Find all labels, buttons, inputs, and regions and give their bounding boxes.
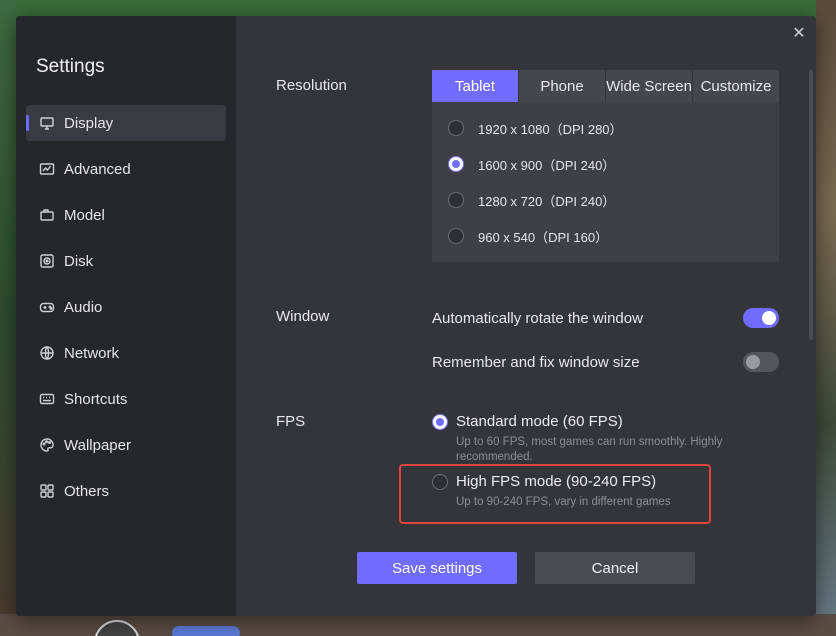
highlight-annotation — [399, 464, 711, 524]
fps-standard-option[interactable]: Standard mode (60 FPS) Up to 60 FPS, mos… — [432, 413, 752, 465]
resolution-label: Resolution — [276, 77, 347, 94]
resolution-option[interactable]: 960 x 540（DPI 160） — [432, 218, 779, 254]
sidebar-item-others[interactable]: Others — [26, 473, 226, 509]
game-background-left — [0, 0, 16, 636]
cancel-button[interactable]: Cancel — [535, 552, 695, 584]
sidebar-item-label: Display — [64, 114, 114, 132]
settings-dialog: Settings Display Advanced Model Disk Audio Ne… — [16, 16, 816, 616]
remember-size-label: Remember and fix window size — [432, 353, 640, 371]
resolution-option-label: 1920 x 1080（DPI 280） — [478, 121, 623, 137]
resolution-option[interactable]: 1280 x 720（DPI 240） — [432, 182, 779, 218]
sidebar-item-label: Others — [64, 482, 110, 500]
sidebar-nav: Display Advanced Model Disk Audio Network Shor… — [26, 105, 226, 519]
resolution-radio[interactable] — [448, 156, 464, 172]
tab-wide-screen[interactable]: Wide Screen — [606, 70, 692, 102]
sidebar-item-disk[interactable]: Disk — [26, 243, 226, 279]
sidebar-item-network[interactable]: Network — [26, 335, 226, 371]
sidebar-item-label: Shortcuts — [64, 390, 128, 408]
resolution-option[interactable]: 1920 x 1080（DPI 280） — [432, 110, 779, 146]
sidebar-item-advanced[interactable]: Advanced — [26, 151, 226, 187]
settings-sidebar: Settings Display Advanced Model Disk Audio Ne… — [16, 16, 236, 616]
sidebar-item-label: Wallpaper — [64, 436, 131, 454]
window-label: Window — [276, 308, 330, 325]
resolution-option-label: 1280 x 720（DPI 240） — [478, 193, 616, 209]
resolution-option[interactable]: 1600 x 900（DPI 240） — [432, 146, 779, 182]
resolution-panel: Tablet Phone Wide Screen Customize 1920 x 1… — [432, 70, 779, 262]
tab-tablet[interactable]: Tablet — [432, 70, 518, 102]
sidebar-item-label: Model — [64, 206, 105, 224]
sidebar-item-audio[interactable]: Audio — [26, 289, 226, 325]
disk-icon — [38, 252, 56, 270]
resolution-radio[interactable] — [448, 192, 464, 208]
scrollbar[interactable] — [809, 70, 813, 340]
game-avatar — [94, 620, 140, 636]
chart-icon — [38, 160, 56, 178]
globe-icon — [38, 344, 56, 362]
save-settings-button[interactable]: Save settings — [357, 552, 517, 584]
fps-label: FPS — [276, 413, 306, 430]
remember-size-toggle[interactable] — [743, 352, 779, 372]
resolution-options: 1920 x 1080（DPI 280） 1600 x 900（DPI 240） 1… — [432, 102, 779, 262]
resolution-option-label: 1600 x 900（DPI 240） — [478, 157, 616, 173]
palette-icon — [38, 436, 56, 454]
game-background-bottom — [0, 614, 836, 636]
game-background-right — [816, 0, 836, 636]
auto-rotate-label: Automatically rotate the window — [432, 309, 643, 327]
gamepad-icon — [38, 298, 56, 316]
auto-rotate-toggle[interactable] — [743, 308, 779, 328]
game-chip — [172, 626, 240, 636]
settings-content: ✕ Resolution Tablet Phone Wide Screen Custo… — [236, 16, 816, 616]
toggle-knob — [746, 355, 760, 369]
grid-icon — [38, 482, 56, 500]
sidebar-item-model[interactable]: Model — [26, 197, 226, 233]
toggle-knob — [762, 311, 776, 325]
model-icon — [38, 206, 56, 224]
monitor-icon — [38, 114, 56, 132]
resolution-radio[interactable] — [448, 120, 464, 136]
tab-phone[interactable]: Phone — [519, 70, 605, 102]
sidebar-item-display[interactable]: Display — [26, 105, 226, 141]
resolution-tabs: Tablet Phone Wide Screen Customize — [432, 70, 779, 102]
keyboard-icon — [38, 390, 56, 408]
fps-standard-radio[interactable] — [432, 413, 448, 430]
sidebar-item-label: Network — [64, 344, 120, 362]
fps-standard-desc: Up to 60 FPS, most games can run smoothl… — [456, 436, 723, 463]
close-button[interactable]: ✕ — [789, 24, 809, 44]
tab-customize[interactable]: Customize — [693, 70, 779, 102]
remember-size-row: Remember and fix window size — [432, 350, 779, 374]
resolution-option-label: 960 x 540（DPI 160） — [478, 229, 609, 245]
sidebar-item-label: Disk — [64, 252, 94, 270]
sidebar-item-label: Advanced — [64, 160, 131, 178]
fps-standard-title: Standard mode (60 FPS) — [456, 413, 623, 430]
auto-rotate-row: Automatically rotate the window — [432, 306, 779, 330]
sidebar-item-wallpaper[interactable]: Wallpaper — [26, 427, 226, 463]
sidebar-item-shortcuts[interactable]: Shortcuts — [26, 381, 226, 417]
sidebar-title: Settings — [36, 56, 105, 77]
resolution-radio[interactable] — [448, 228, 464, 244]
sidebar-item-label: Audio — [64, 298, 103, 316]
